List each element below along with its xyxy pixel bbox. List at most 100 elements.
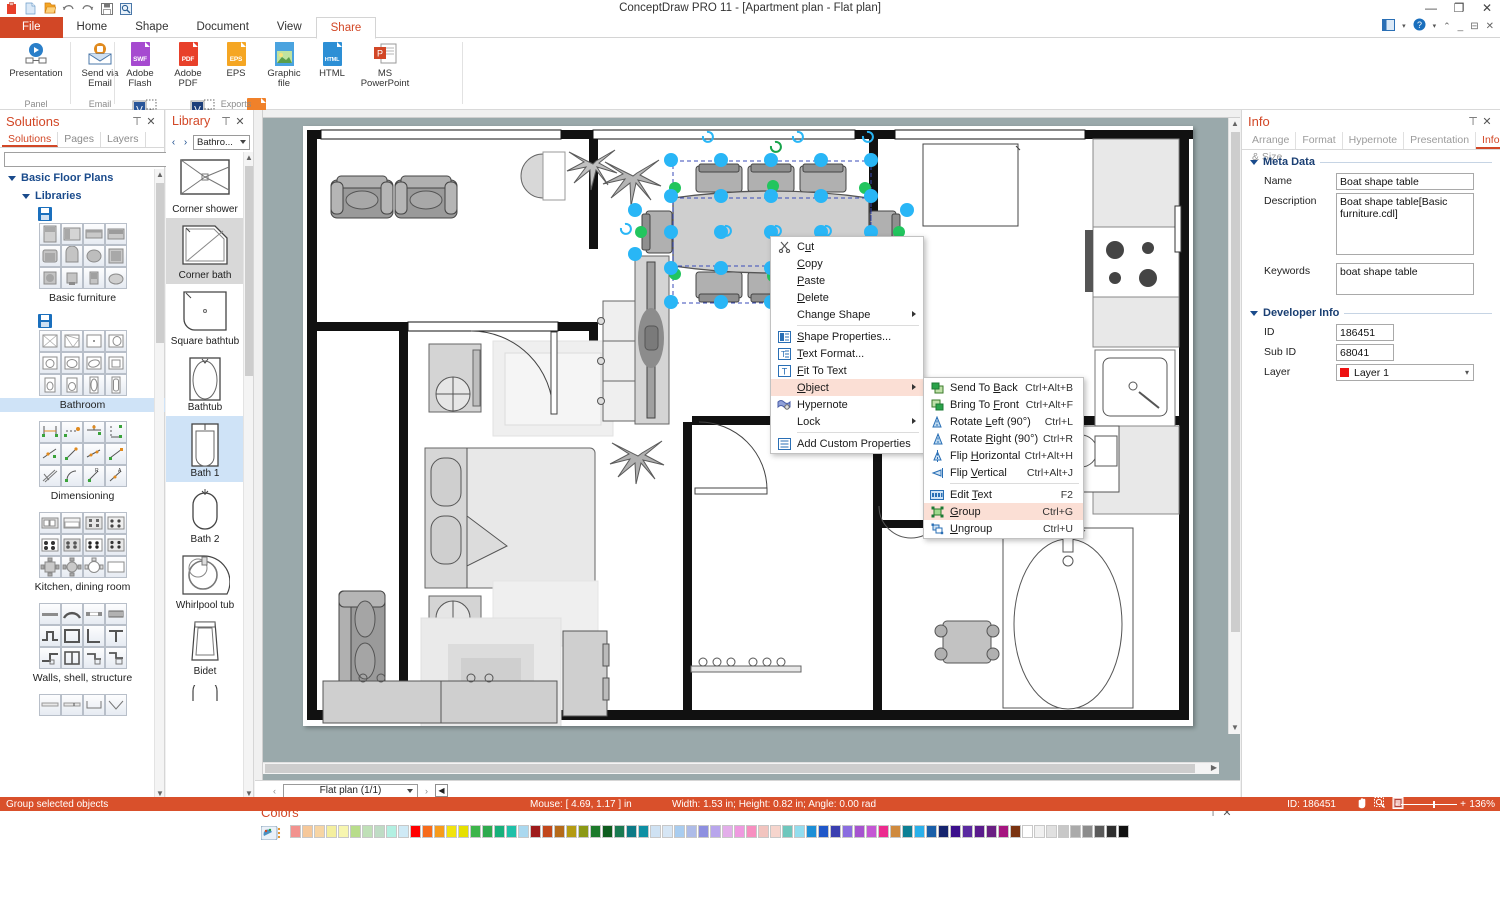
library-shape-cell[interactable] xyxy=(60,223,83,245)
library-shape-cell[interactable] xyxy=(82,245,105,267)
sub-id-field[interactable]: 68041 xyxy=(1336,344,1394,361)
canvas-scroll-right-icon[interactable]: ▶ xyxy=(1211,763,1217,772)
canvas-horizontal-scrollbar[interactable]: ▶ xyxy=(263,762,1219,774)
description-field[interactable]: Boat shape table[Basic furniture.cdl] xyxy=(1336,193,1474,255)
section-developer-info[interactable]: Developer Info xyxy=(1242,295,1500,321)
menu-item-object[interactable]: Object xyxy=(771,379,923,396)
library-shape-cell[interactable] xyxy=(82,267,105,289)
help-icon[interactable]: ? xyxy=(1413,18,1426,34)
ribbon-tab-document[interactable]: Document xyxy=(182,17,262,38)
zoom-out-button[interactable]: - xyxy=(1395,799,1398,810)
shape-corner-bath[interactable]: Corner bath xyxy=(166,218,244,284)
library-shape-cell[interactable] xyxy=(38,556,61,578)
color-swatch[interactable] xyxy=(685,825,697,838)
library-shape-cell[interactable] xyxy=(38,694,61,716)
pin-icon[interactable]: ⊤ xyxy=(130,115,144,128)
color-swatch[interactable] xyxy=(1033,825,1045,838)
export-ms-powerpoint-button[interactable]: P MS PowerPoint xyxy=(356,38,414,94)
color-swatch[interactable] xyxy=(745,825,757,838)
app-close-icon[interactable]: ✕ xyxy=(1486,21,1494,32)
color-swatch[interactable] xyxy=(1081,825,1093,838)
library-selector[interactable]: Bathro... xyxy=(193,134,250,150)
library-shape-cell[interactable] xyxy=(104,625,127,647)
ribbon-tab-shape[interactable]: Shape xyxy=(121,17,182,38)
page-tab-flat-plan[interactable]: Flat plan (1/1) xyxy=(283,783,418,798)
keywords-field[interactable]: boat shape table xyxy=(1336,263,1474,295)
color-swatch[interactable] xyxy=(1117,825,1129,838)
color-swatch[interactable] xyxy=(925,825,937,838)
color-swatch[interactable] xyxy=(673,825,685,838)
canvas-vertical-scrollbar[interactable]: ▲ ▼ xyxy=(1228,118,1240,734)
library-shape-cell[interactable] xyxy=(82,443,105,465)
library-name-basic-furniture[interactable]: Basic furniture xyxy=(0,291,165,305)
color-swatch[interactable] xyxy=(613,825,625,838)
menu-item-change-shape[interactable]: Change Shape xyxy=(771,306,923,323)
color-swatch[interactable] xyxy=(961,825,973,838)
submenu-item-bring-to-front[interactable]: Bring To Front Ctrl+Alt+F xyxy=(924,396,1083,413)
color-swatch[interactable] xyxy=(385,825,397,838)
context-menu[interactable]: Cut Copy Paste Delete Change Shape Shape… xyxy=(770,236,924,454)
color-swatch[interactable] xyxy=(1057,825,1069,838)
drawing-canvas[interactable] xyxy=(263,118,1231,734)
help-chevron-icon[interactable]: ▾ xyxy=(1433,22,1437,30)
restore-button[interactable]: ❐ xyxy=(1452,0,1466,17)
library-shape-cell[interactable] xyxy=(82,556,105,578)
color-swatch[interactable] xyxy=(565,825,577,838)
ribbon-collapse-icon[interactable]: ⌃ xyxy=(1443,21,1451,32)
color-swatch[interactable] xyxy=(589,825,601,838)
zoom-icon[interactable] xyxy=(1374,796,1386,812)
library-name-walls[interactable]: Walls, shell, structure xyxy=(0,671,165,685)
minimize-button[interactable]: — xyxy=(1424,0,1438,17)
color-swatch[interactable] xyxy=(721,825,733,838)
object-submenu[interactable]: Send To Back Ctrl+Alt+B Bring To Front C… xyxy=(923,377,1084,539)
color-swatch[interactable] xyxy=(769,825,781,838)
canvas-v-thumb[interactable] xyxy=(1231,132,1240,632)
library-shape-cell[interactable] xyxy=(60,647,83,669)
color-swatch[interactable] xyxy=(409,825,421,838)
library-shape-cell[interactable] xyxy=(38,374,61,396)
page-stop-icon[interactable]: ◀ xyxy=(435,784,448,797)
library-shape-cell[interactable] xyxy=(82,352,105,374)
color-swatch[interactable] xyxy=(529,825,541,838)
submenu-item-rotate-left[interactable]: Rotate Left (90°) Ctrl+L xyxy=(924,413,1083,430)
export-html-button[interactable]: HTML HTML xyxy=(308,38,356,94)
library-shape-cell[interactable] xyxy=(104,443,127,465)
color-swatch[interactable] xyxy=(517,825,529,838)
color-swatch[interactable] xyxy=(649,825,661,838)
zoom-controls[interactable]: - + xyxy=(1395,799,1466,810)
library-shape-cell[interactable] xyxy=(60,330,83,352)
library-shape-cell[interactable] xyxy=(38,443,61,465)
library-shape-cell[interactable] xyxy=(60,374,83,396)
library-shape-cell[interactable]: R xyxy=(82,465,105,487)
tree-node-libraries[interactable]: Libraries xyxy=(0,187,165,205)
color-swatch[interactable] xyxy=(889,825,901,838)
app-restore-icon[interactable]: ⊟ xyxy=(1470,21,1478,32)
solutions-scrollbar[interactable]: ▲ ▼ xyxy=(154,169,164,800)
library-shape-cell[interactable] xyxy=(38,352,61,374)
library-shape-cell[interactable] xyxy=(82,512,105,534)
color-swatch[interactable] xyxy=(793,825,805,838)
shape-bath-1[interactable]: Bath 1 xyxy=(166,416,244,482)
library-shape-cell[interactable] xyxy=(38,534,61,556)
submenu-item-flip-horizontal[interactable]: Flip Horizontal Ctrl+Alt+H xyxy=(924,447,1083,464)
color-swatch-grid[interactable] xyxy=(283,823,1240,838)
library-shape-cell[interactable] xyxy=(60,534,83,556)
color-swatch[interactable] xyxy=(637,825,649,838)
color-swatch[interactable] xyxy=(781,825,793,838)
library-shape-cell[interactable] xyxy=(38,647,61,669)
menu-item-fit-to-text[interactable]: T Fit To Text xyxy=(771,362,923,379)
menu-item-hypernote[interactable]: Hypernote xyxy=(771,396,923,413)
tab-layers[interactable]: Layers xyxy=(101,132,146,147)
close-icon-2[interactable]: ✕ xyxy=(233,115,247,128)
library-shape-cell[interactable] xyxy=(38,245,61,267)
color-swatch[interactable] xyxy=(661,825,673,838)
pin-icon-2[interactable]: ⊤ xyxy=(219,115,233,128)
panel-layout-icon[interactable] xyxy=(1382,18,1396,34)
tab-hypernote[interactable]: Hypernote xyxy=(1343,132,1405,149)
library-shape-cell[interactable] xyxy=(104,374,127,396)
library-shape-cell[interactable] xyxy=(38,512,61,534)
ribbon-tab-view[interactable]: View xyxy=(263,17,316,38)
library-shape-cell[interactable] xyxy=(104,352,127,374)
zoom-in-button[interactable]: + xyxy=(1460,799,1466,810)
color-swatch[interactable] xyxy=(445,825,457,838)
